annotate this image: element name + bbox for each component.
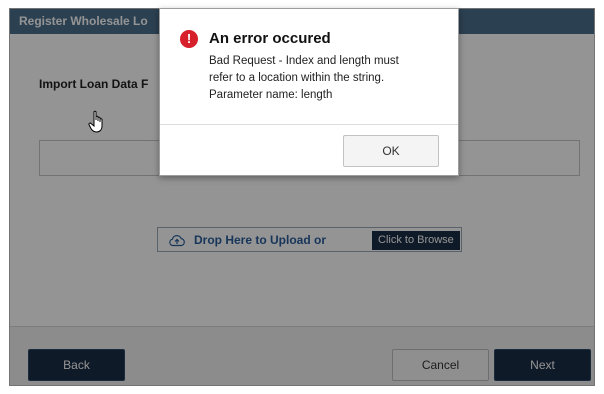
dialog-message-line: refer to a location within the string.: [209, 72, 385, 84]
error-icon: !: [180, 30, 198, 48]
dialog-divider: [160, 124, 458, 125]
dialog-message-line: Parameter name: length: [209, 89, 333, 101]
dialog-message: Bad Request - Index and length must refe…: [209, 53, 439, 104]
dialog-title: An error occured: [209, 30, 331, 47]
dialog-message-line: Bad Request - Index and length must: [209, 55, 399, 67]
hand-cursor-icon: [88, 110, 103, 133]
ok-button[interactable]: OK: [343, 135, 439, 167]
error-dialog: ! An error occured Bad Request - Index a…: [159, 8, 459, 176]
